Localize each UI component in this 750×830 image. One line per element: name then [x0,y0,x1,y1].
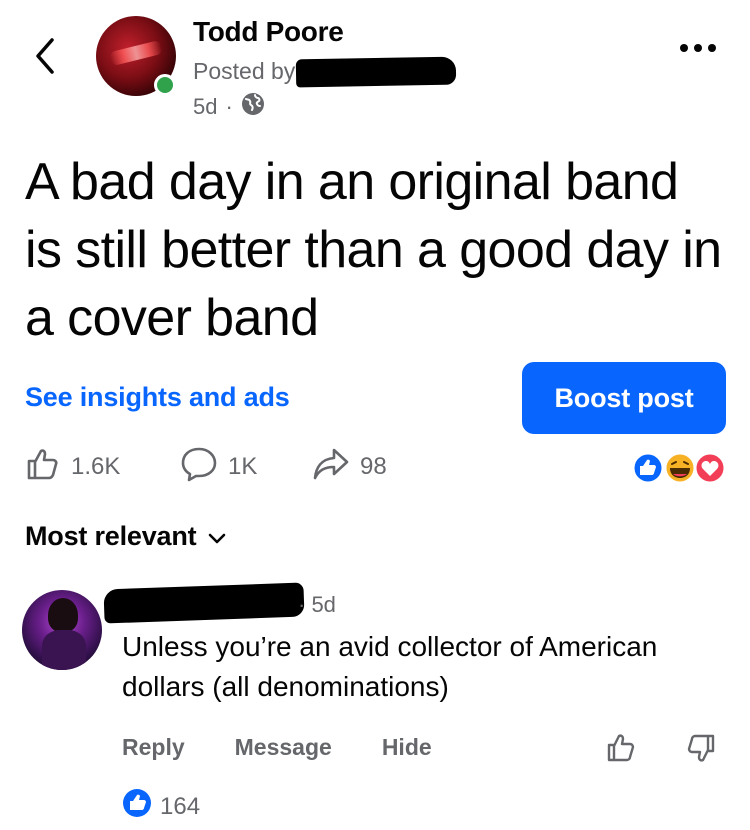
message-button[interactable]: Message [235,734,332,761]
post-text: A bad day in an original band is still b… [25,153,722,347]
reaction-summary[interactable] [628,450,728,486]
like-reaction-icon [631,451,665,485]
more-icon[interactable] [680,44,716,52]
redaction-bar [103,582,305,624]
like-button[interactable]: 1.6K [25,447,120,487]
posted-by-label: Posted by [193,58,296,84]
comment-button[interactable]: 1K [180,447,257,487]
comment-reactions[interactable]: 164 [122,788,200,825]
globe-icon [241,92,265,122]
comment-actions: Reply Message Hide [122,734,432,761]
comment-age: · 5d [298,592,336,617]
reply-button[interactable]: Reply [122,734,185,761]
like-reaction-icon [122,788,152,825]
commenter-avatar[interactable] [22,590,102,670]
author-name[interactable]: Todd Poore [193,16,344,48]
hide-button[interactable]: Hide [382,734,432,761]
chevron-down-icon [208,521,226,552]
online-status-dot [154,74,176,96]
back-icon[interactable] [30,36,64,76]
thumbs-up-icon[interactable] [606,732,638,769]
redaction-bar [295,56,457,88]
share-count: 98 [360,453,387,480]
love-reaction-icon [693,451,727,485]
boost-post-button[interactable]: Boost post [522,362,726,434]
meta-separator: · [225,94,233,119]
share-button[interactable]: 98 [312,447,387,487]
post-meta: 5d · [193,92,265,122]
see-insights-link[interactable]: See insights and ads [25,382,290,413]
author-avatar[interactable] [96,16,176,96]
like-count: 1.6K [71,453,121,480]
comment-text: Unless you’re an avid collector of Ameri… [122,631,658,702]
comment-icon [180,446,218,489]
comment-count: 1K [228,453,258,480]
sort-label: Most relevant [25,521,197,551]
haha-reaction-icon [663,451,697,485]
like-icon [25,446,61,489]
comment-sort-dropdown[interactable]: Most relevant [25,521,226,552]
share-icon [312,446,350,489]
thumbs-down-icon[interactable] [684,732,716,769]
comment-like-count: 164 [160,792,201,820]
post-age[interactable]: 5d [193,94,217,120]
